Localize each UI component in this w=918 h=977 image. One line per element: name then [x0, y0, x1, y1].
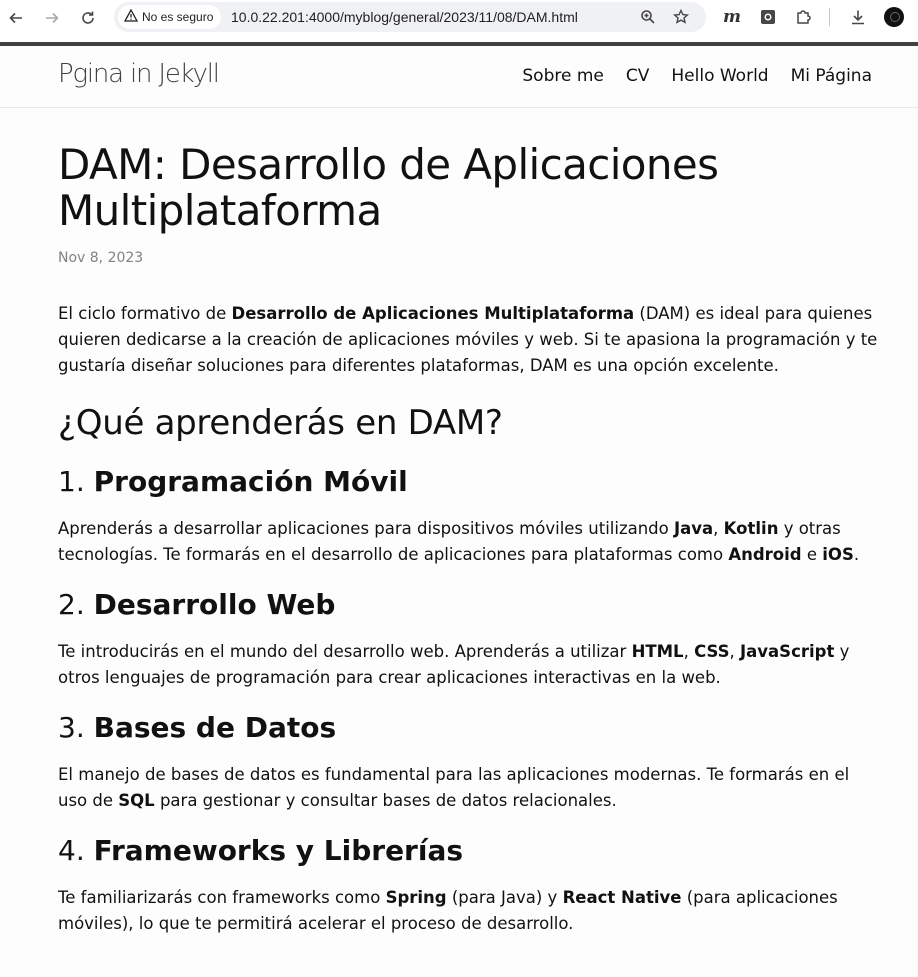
zoom-icon[interactable] — [639, 8, 657, 26]
back-arrow-icon[interactable] — [5, 7, 27, 29]
intro-paragraph: El ciclo formativo de Desarrollo de Apli… — [58, 304, 878, 375]
profile-avatar[interactable] — [884, 7, 904, 27]
subsection-heading-3: 3. Bases de Datos — [58, 711, 337, 744]
post-article: DAM: Desarrollo de Aplicaciones Multipla… — [58, 142, 878, 937]
post-date: Nov 8, 2023 — [58, 250, 144, 266]
subsection-paragraph-3: El manejo de bases de datos es fundament… — [58, 765, 850, 810]
reload-icon[interactable] — [77, 7, 99, 29]
url-text[interactable]: 10.0.22.201:4000/myblog/general/2023/11/… — [231, 9, 578, 25]
security-chip[interactable]: No es seguro — [118, 5, 222, 29]
section-heading: ¿Qué aprenderás en DAM? — [58, 403, 503, 443]
site-nav: Sobre me CV Hello World Mi Página — [522, 66, 872, 86]
post-title: DAM: Desarrollo de Aplicaciones Multipla… — [58, 140, 719, 235]
subsection-heading-4: 4. Frameworks y Librerías — [58, 834, 464, 867]
download-icon[interactable] — [847, 6, 869, 28]
extensions-puzzle-icon[interactable] — [793, 6, 815, 28]
bookmark-star-icon[interactable] — [672, 8, 690, 26]
toolbar-separator — [829, 8, 830, 26]
warning-triangle-icon — [123, 8, 139, 25]
site-title-link[interactable]: Pgina in Jekyll — [58, 59, 220, 89]
nav-link-cv[interactable]: CV — [626, 66, 650, 86]
nav-link-hello-world[interactable]: Hello World — [671, 66, 768, 86]
extension-m-icon[interactable]: m — [721, 6, 743, 28]
subsection-heading-2: 2. Desarrollo Web — [58, 588, 336, 621]
nav-link-sobre-me[interactable]: Sobre me — [522, 66, 603, 86]
subsection-heading-1: 1. Programación Móvil — [58, 465, 408, 498]
subsection-paragraph-1: Aprenderás a desarrollar aplicaciones pa… — [58, 519, 860, 564]
subsection-paragraph-2: Te introducirás en el mundo del desarrol… — [58, 642, 850, 687]
forward-arrow-icon[interactable] — [41, 7, 63, 29]
nav-link-mi-pagina[interactable]: Mi Página — [791, 66, 872, 86]
browser-toolbar: No es seguro 10.0.22.201:4000/myblog/gen… — [0, 0, 918, 42]
subsection-paragraph-4: Te familiarizarás con frameworks como Sp… — [58, 888, 838, 933]
address-bar[interactable]: No es seguro 10.0.22.201:4000/myblog/gen… — [114, 2, 706, 32]
site-header: Pgina in Jekyll Sobre me CV Hello World … — [0, 46, 918, 108]
camera-extension-icon[interactable] — [757, 6, 779, 28]
security-label: No es seguro — [142, 10, 214, 24]
